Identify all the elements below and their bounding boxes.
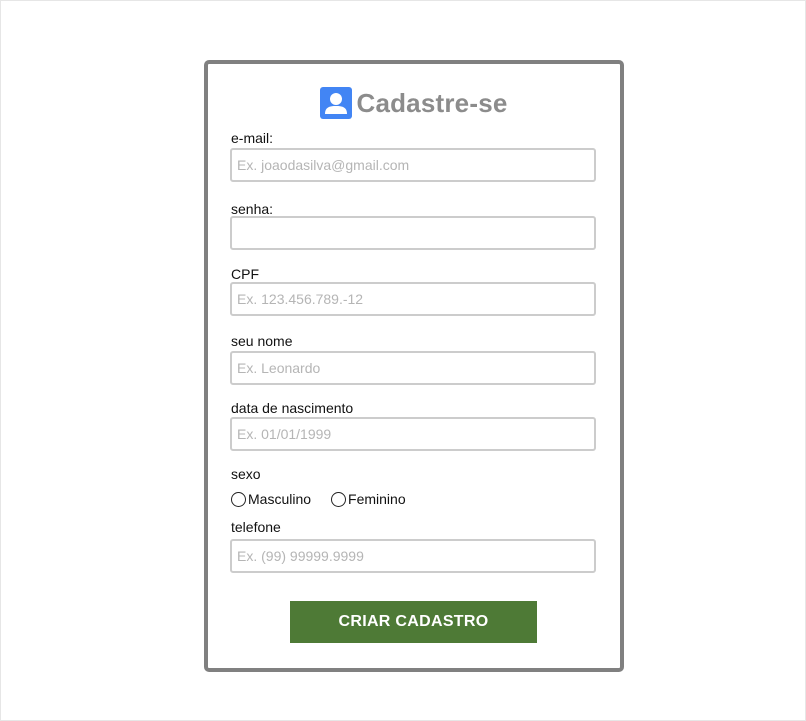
nome-label: seu nome xyxy=(231,333,293,349)
radio-feminino-label[interactable]: Feminino xyxy=(348,491,406,507)
radio-masculino-circle[interactable] xyxy=(231,491,246,507)
nascimento-input[interactable] xyxy=(230,417,596,451)
radio-feminino[interactable]: Feminino xyxy=(331,491,406,507)
cpf-label: CPF xyxy=(231,266,259,282)
nascimento-label: data de nascimento xyxy=(231,400,354,416)
user-icon xyxy=(320,87,353,119)
signup-card: Cadastre-se e-mail: senha: CPF seu nome … xyxy=(204,60,624,672)
form-title: Cadastre-se xyxy=(356,87,508,118)
radio-feminino-circle[interactable] xyxy=(331,491,347,507)
telefone-label: telefone xyxy=(231,519,281,535)
form-header: Cadastre-se xyxy=(208,83,620,123)
senha-label: senha: xyxy=(231,201,274,217)
cpf-input[interactable] xyxy=(230,282,596,316)
sexo-label: sexo xyxy=(231,466,261,482)
email-input[interactable] xyxy=(230,148,596,182)
sexo-radio-group: Masculino Feminino xyxy=(231,488,406,510)
radio-masculino-label[interactable]: Masculino xyxy=(248,491,311,507)
telefone-input[interactable] xyxy=(230,539,596,573)
criar-cadastro-button[interactable]: CRIAR CADASTRO xyxy=(290,601,537,643)
nome-input[interactable] xyxy=(230,351,596,385)
email-label: e-mail: xyxy=(231,130,274,146)
senha-input[interactable] xyxy=(230,216,596,250)
radio-masculino[interactable]: Masculino xyxy=(231,491,311,507)
